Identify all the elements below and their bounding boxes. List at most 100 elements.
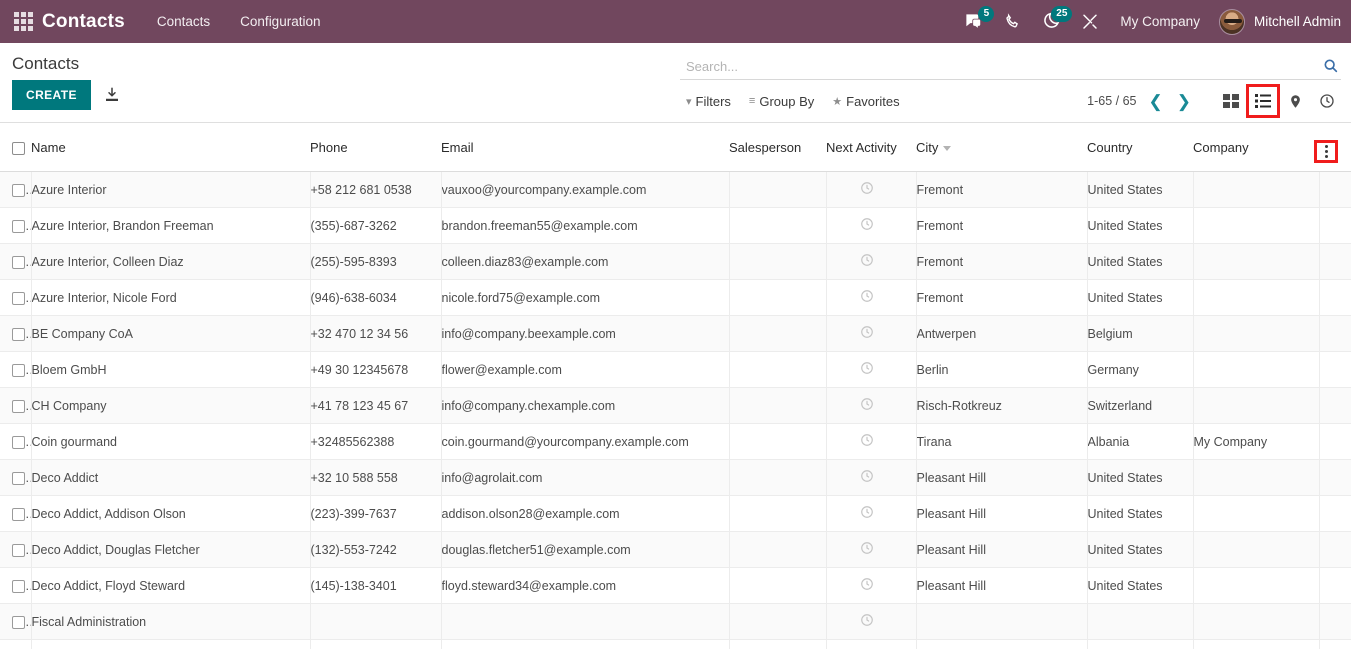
cell-name: Deco Addict, Addison Olson (31, 495, 311, 533)
checkbox-unchecked[interactable] (12, 579, 25, 593)
column-header-country[interactable]: Country (1087, 123, 1193, 173)
checkbox-unchecked[interactable] (12, 507, 25, 521)
checkbox-unchecked[interactable] (12, 471, 25, 485)
nav-item-configuration[interactable]: Configuration (238, 10, 322, 33)
table-row[interactable]: Azure Interior +58 212 681 0538 vauxoo@you… (0, 171, 1351, 209)
checkbox-unchecked[interactable] (12, 615, 25, 629)
checkbox-unchecked[interactable] (12, 543, 25, 557)
table-row[interactable]: Deco Addict, Floyd Steward (145)-138-3401… (0, 567, 1351, 605)
cell-salesperson (729, 423, 827, 461)
cell-phone: +32485562388 (310, 423, 442, 461)
row-checkbox-cell (0, 639, 32, 649)
list-lines-icon: ≡ (748, 95, 756, 107)
column-header-phone[interactable]: Phone (310, 123, 441, 173)
create-button[interactable]: CREATE (12, 80, 91, 111)
kanban-grid-icon[interactable] (1219, 89, 1243, 113)
cell-next-activity[interactable] (826, 171, 917, 209)
map-pin-icon[interactable] (1283, 89, 1307, 113)
table-row[interactable]: Azure Interior, Colleen Diaz (255)-595-83… (0, 243, 1351, 281)
cell-next-activity[interactable] (826, 279, 917, 317)
chat-bubble-icon[interactable]: 5 (962, 5, 995, 33)
cell-row-end (1319, 351, 1351, 389)
cell-next-activity[interactable] (826, 315, 917, 353)
filters-dropdown[interactable]: ▾ Filters (686, 94, 731, 109)
table-row[interactable]: Deco Addict, Addison Olson (223)-399-7637… (0, 495, 1351, 533)
table-row[interactable]: Azure Interior, Brandon Freeman (355)-687… (0, 207, 1351, 245)
cell-email: colleen.diaz83@example.com (441, 243, 730, 281)
systray: 5 25 My Company Mitchell Admin (962, 5, 1341, 35)
checkbox-unchecked[interactable] (12, 399, 25, 413)
optional-columns-dropdown[interactable] (1314, 123, 1351, 173)
column-header-name[interactable]: Name (31, 123, 310, 173)
cell-phone: +32 470 12 34 56 (310, 315, 442, 353)
cell-city: Risch-Rotkreuz (916, 387, 1088, 425)
phone-icon[interactable] (1001, 11, 1023, 33)
row-checkbox-cell (0, 423, 32, 461)
cell-phone: +32 10 588 558 (310, 459, 442, 497)
cell-next-activity[interactable] (826, 459, 917, 497)
table-row[interactable]: Bloem GmbH +49 30 12345678 flower@example.… (0, 351, 1351, 389)
list-view-icon[interactable] (1246, 84, 1280, 118)
cell-next-activity[interactable] (826, 207, 917, 245)
cell-next-activity[interactable] (826, 423, 917, 461)
cell-email: info@agrolait.com (441, 459, 730, 497)
cell-next-activity[interactable] (826, 243, 917, 281)
favorites-dropdown[interactable]: ★ Favorites (832, 94, 899, 109)
cell-city: Fairfield (916, 639, 1088, 649)
cell-next-activity[interactable] (826, 567, 917, 605)
cell-city: Antwerpen (916, 315, 1088, 353)
table-row[interactable]: CH Company +41 78 123 45 67 info@company.c… (0, 387, 1351, 425)
search-icon[interactable] (1317, 58, 1339, 74)
apps-grid-icon[interactable] (12, 11, 34, 33)
cell-next-activity[interactable] (826, 387, 917, 425)
cell-row-end (1319, 495, 1351, 533)
checkbox-unchecked[interactable] (12, 291, 25, 305)
cell-name: Gemini Furniture (31, 639, 311, 649)
company-switcher[interactable]: My Company (1120, 14, 1200, 29)
column-header-city[interactable]: City (916, 123, 1087, 173)
cell-row-end (1319, 531, 1351, 569)
vertical-dots-icon[interactable] (1314, 140, 1338, 164)
activity-clock-icon[interactable] (1315, 89, 1339, 113)
cell-row-end (1319, 603, 1351, 641)
nav-item-contacts[interactable]: Contacts (155, 10, 212, 33)
cell-company (1193, 459, 1320, 497)
checkbox-unchecked[interactable] (12, 219, 25, 233)
table-row[interactable]: Azure Interior, Nicole Ford (946)-638-603… (0, 279, 1351, 317)
column-header-next-activity[interactable]: Next Activity (826, 123, 916, 173)
cell-next-activity[interactable] (826, 531, 917, 569)
view-switcher (1219, 84, 1339, 118)
table-row[interactable]: Fiscal Administration (0, 603, 1351, 641)
cell-next-activity[interactable] (826, 603, 917, 641)
cell-next-activity[interactable] (826, 495, 917, 533)
table-row[interactable]: Deco Addict, Douglas Fletcher (132)-553-7… (0, 531, 1351, 569)
cell-email: info@company.beexample.com (441, 315, 730, 353)
cell-next-activity[interactable] (826, 351, 917, 389)
checkbox-unchecked[interactable] (12, 255, 25, 269)
wrench-screwdriver-icon[interactable] (1079, 11, 1101, 33)
user-menu[interactable]: Mitchell Admin (1218, 8, 1341, 35)
import-download-icon[interactable] (103, 86, 121, 104)
table-row[interactable]: Coin gourmand +32485562388 coin.gourmand@y… (0, 423, 1351, 461)
clock-activity-icon[interactable]: 25 (1040, 5, 1073, 33)
table-row[interactable]: Gemini Furniture+1 312 349 2324john.b@te… (0, 639, 1351, 649)
table-row[interactable]: BE Company CoA +32 470 12 34 56 info@compa… (0, 315, 1351, 353)
checkbox-unchecked[interactable] (12, 141, 25, 155)
table-row[interactable]: Deco Addict +32 10 588 558 info@agrolait.c… (0, 459, 1351, 497)
app-brand-title[interactable]: Contacts (42, 11, 125, 33)
chevron-right-icon[interactable]: ❯ (1175, 93, 1193, 110)
groupby-dropdown[interactable]: ≡ Group By (749, 94, 814, 109)
checkbox-unchecked[interactable] (12, 183, 25, 197)
chevron-left-icon[interactable]: ❮ (1147, 93, 1165, 110)
breadcrumb[interactable]: Contacts (12, 43, 680, 80)
cell-salesperson (729, 315, 827, 353)
column-header-salesperson[interactable]: Salesperson (729, 123, 826, 173)
checkbox-unchecked[interactable] (12, 363, 25, 377)
cell-next-activity[interactable] (826, 639, 917, 649)
column-header-email[interactable]: Email (441, 123, 729, 173)
column-header-company[interactable]: Company (1193, 123, 1319, 173)
cell-country: United States (1087, 279, 1194, 317)
checkbox-unchecked[interactable] (12, 435, 25, 449)
search-input[interactable] (686, 58, 1317, 74)
checkbox-unchecked[interactable] (12, 327, 25, 341)
